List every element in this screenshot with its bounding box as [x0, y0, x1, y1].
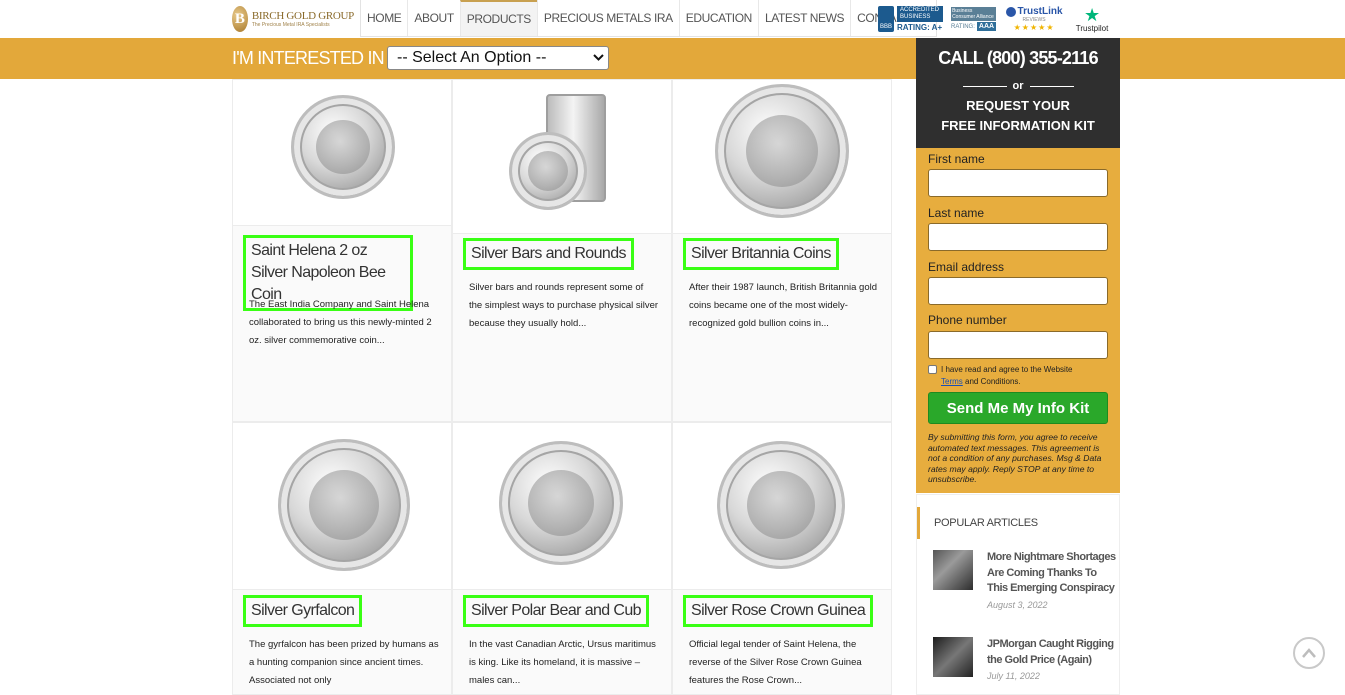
product-title[interactable]: Silver Britannia Coins [683, 238, 839, 270]
chevron-up-icon [1302, 648, 1316, 658]
last-name-field[interactable] [928, 223, 1108, 251]
trustlink-icon [1005, 6, 1016, 17]
nav-education[interactable]: EDUCATION [678, 0, 758, 36]
bbb-accredited: ACCREDITED BUSINESS [897, 6, 943, 22]
site-logo[interactable]: B BIRCH GOLD GROUP The Precious Metal IR… [232, 4, 354, 34]
nav-latest-news[interactable]: LATEST NEWS [757, 0, 850, 36]
interest-label: I'M INTERESTED IN > [232, 48, 399, 68]
article-thumbnail[interactable] [933, 637, 973, 677]
article-thumbnail[interactable] [933, 550, 973, 590]
product-description: Silver bars and rounds represent some of… [469, 282, 659, 329]
product-description: Official legal tender of Saint Helena, t… [689, 639, 862, 686]
coin-image-icon [715, 84, 849, 218]
product-title[interactable]: Silver Rose Crown Guinea [683, 595, 874, 627]
popular-heading: POPULAR ARTICLES [917, 507, 1117, 539]
info-kit-form: First name Last name Email address Phone… [916, 148, 1120, 493]
bbb-seal-icon: BBB [878, 6, 894, 32]
interest-select[interactable]: -- Select An Option -- [387, 46, 609, 70]
product-image[interactable] [453, 423, 671, 590]
nav-home[interactable]: HOME [361, 0, 407, 36]
article-item[interactable]: JPMorgan Caught Rigging the Gold Price (… [933, 637, 1118, 681]
send-info-kit-button[interactable]: Send Me My Info Kit [928, 392, 1108, 424]
divider [1029, 85, 1074, 87]
trustpilot-label: Trustpilot [1075, 23, 1109, 33]
product-card[interactable]: Silver Rose Crown Guinea Official legal … [672, 422, 892, 695]
logo-name: BIRCH GOLD GROUP [251, 10, 354, 22]
article-date: July 11, 2022 [987, 671, 1040, 681]
product-image[interactable] [673, 80, 891, 234]
product-description: The East India Company and Saint Helena … [249, 299, 432, 346]
request-heading: REQUEST YOUR FREE INFORMATION KIT [941, 98, 1095, 133]
terms-agreement: I have read and agree to the Website Ter… [928, 364, 1113, 388]
terms-checkbox[interactable] [928, 365, 937, 374]
chevron-down-icon [588, 53, 608, 64]
product-title[interactable]: Silver Gyrfalcon [243, 595, 363, 627]
product-title[interactable]: Silver Bars and Rounds [463, 238, 634, 270]
coin-image-icon [717, 441, 845, 569]
article-item[interactable]: More Nightmare Shortages Are Coming Than… [933, 550, 1118, 610]
scroll-to-top-button[interactable] [1293, 637, 1325, 669]
nav-about[interactable]: ABOUT [407, 0, 459, 36]
product-title[interactable]: Silver Polar Bear and Cub [463, 595, 649, 627]
product-description: The gyrfalcon has been prized by humans … [249, 639, 439, 686]
product-image[interactable] [233, 423, 451, 590]
bca-rating-label: RATING: [951, 23, 975, 30]
sms-disclaimer: By submitting this form, you agree to re… [928, 432, 1102, 484]
phone-field[interactable] [928, 331, 1108, 359]
article-title[interactable]: More Nightmare Shortages Are Coming Than… [987, 550, 1118, 597]
trustlink-stars-icon: ★★★★★ [1013, 23, 1055, 32]
email-field[interactable] [928, 277, 1108, 305]
product-description: In the vast Canadian Arctic, Ursus marit… [469, 639, 656, 686]
product-card[interactable]: Silver Britannia Coins After their 1987 … [672, 79, 892, 422]
main-nav: HOME ABOUT PRODUCTS PRECIOUS METALS IRA … [360, 0, 938, 37]
silver-round-icon [509, 132, 587, 210]
bca-badge[interactable]: Business Consumer Alliance RATING: AAA [951, 7, 997, 31]
interest-bar: I'M INTERESTED IN > -- Select An Option … [0, 38, 1345, 79]
logo-mark: B [232, 6, 248, 32]
product-image[interactable] [233, 80, 451, 226]
email-label: Email address [928, 260, 1005, 274]
trustpilot-star-icon: ★ [1083, 4, 1101, 25]
product-card[interactable]: Silver Gyrfalcon The gyrfalcon has been … [232, 422, 452, 695]
product-card[interactable]: Silver Polar Bear and Cub In the vast Ca… [452, 422, 672, 695]
bbb-rating: RATING: A+ [897, 23, 943, 32]
trust-badges: BBB ACCREDITED BUSINESS RATING: A+ Busin… [878, 3, 1112, 35]
call-phone-link[interactable]: CALL (800) 355-2116 [916, 48, 1120, 69]
trustpilot-badge[interactable]: ★ Trustpilot [1072, 6, 1112, 33]
bbb-badge[interactable]: BBB ACCREDITED BUSINESS RATING: A+ [878, 6, 943, 32]
product-card[interactable]: Saint Helena 2 oz Silver Napoleon Bee Co… [232, 79, 452, 422]
last-name-label: Last name [928, 206, 985, 220]
or-text: or [1012, 80, 1024, 92]
trustlink-name: TrustLink [1017, 6, 1063, 17]
terms-link[interactable]: Terms [941, 377, 963, 386]
nav-products[interactable]: PRODUCTS [459, 0, 537, 36]
product-grid: Saint Helena 2 oz Silver Napoleon Bee Co… [232, 79, 892, 695]
coin-image-icon [278, 439, 410, 571]
article-title[interactable]: JPMorgan Caught Rigging the Gold Price (… [987, 637, 1118, 668]
site-header: B BIRCH GOLD GROUP The Precious Metal IR… [0, 0, 1345, 38]
phone-label: Phone number [928, 313, 1007, 327]
bca-name: Business Consumer Alliance [951, 7, 997, 21]
nav-precious-metals-ira[interactable]: PRECIOUS METALS IRA [536, 0, 679, 36]
bca-rating-grade: AAA [976, 22, 997, 31]
first-name-label: First name [928, 152, 985, 166]
product-card[interactable]: Silver Bars and Rounds Silver bars and r… [452, 79, 672, 422]
coin-image-icon [291, 95, 395, 199]
trustlink-badge[interactable]: TrustLink REVIEWS ★★★★★ [1004, 6, 1064, 32]
coin-image-icon [499, 441, 623, 565]
product-description: After their 1987 launch, British Britann… [689, 282, 877, 329]
product-image[interactable] [453, 80, 671, 234]
first-name-field[interactable] [928, 169, 1108, 197]
call-box: CALL (800) 355-2116 or REQUEST YOUR FREE… [916, 38, 1120, 148]
product-image[interactable] [673, 423, 891, 590]
divider [962, 85, 1007, 87]
interest-select-value: -- Select An Option -- [397, 49, 547, 66]
popular-articles: POPULAR ARTICLES More Nightmare Shortage… [916, 494, 1120, 695]
article-date: August 3, 2022 [987, 599, 1048, 610]
logo-tagline: The Precious Metal IRA Specialists [251, 22, 330, 28]
